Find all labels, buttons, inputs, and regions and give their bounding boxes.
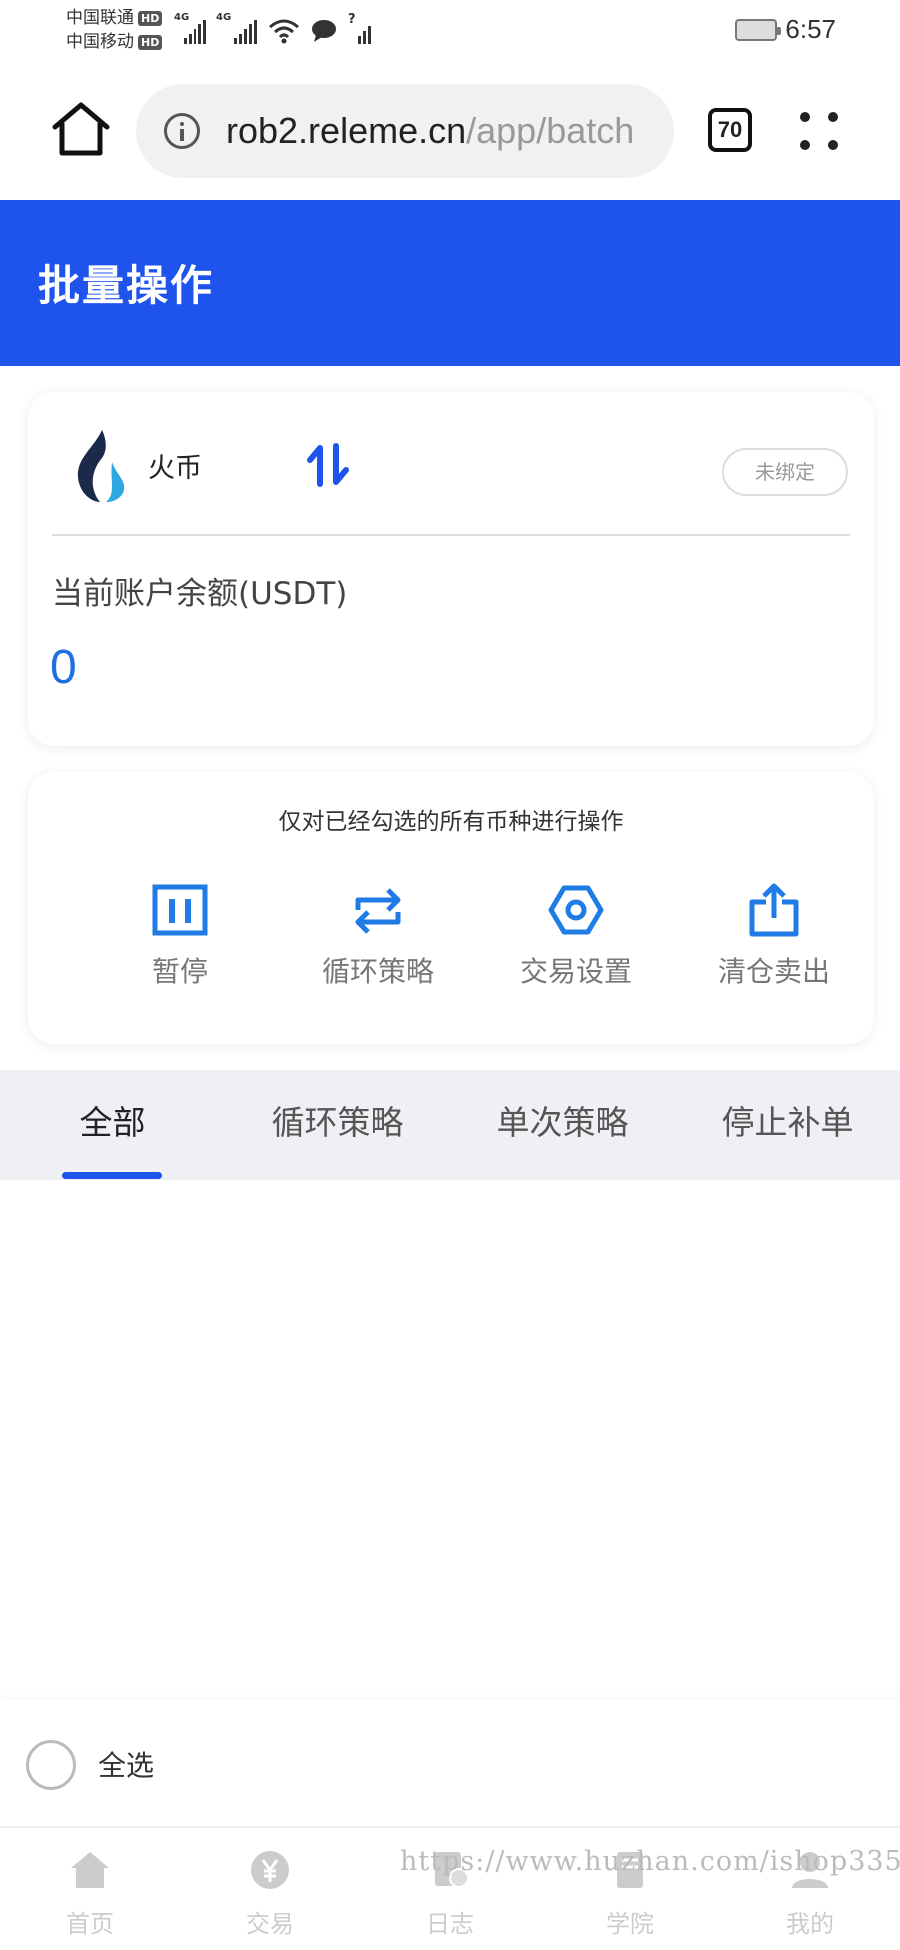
- info-icon[interactable]: [164, 113, 200, 149]
- trade-settings-label: 交易设置: [519, 955, 632, 988]
- browser-toolbar: rob2.releme.cn/app/batch 70: [0, 62, 900, 200]
- clock: 6:57: [785, 14, 836, 44]
- nav-mine-label: 我的: [786, 1910, 834, 1938]
- bottom-nav: 首页 交易 日志 学院 我的: [0, 1826, 900, 1950]
- nav-trade-label: 交易: [246, 1910, 294, 1938]
- network-type-2: 4G: [216, 12, 232, 23]
- operations-note: 仅对已经勾选的所有币种进行操作: [278, 809, 624, 835]
- status-right: 6:57: [735, 14, 836, 45]
- tab-all[interactable]: 全部: [0, 1070, 225, 1180]
- select-all-bar: 全选: [0, 1700, 900, 1826]
- account-card: 火币 未绑定 当前账户余额(USDT) 0: [28, 392, 874, 746]
- operations-row: 暂停 循环策略 交易设置 清仓卖出: [28, 882, 874, 992]
- carrier-info: 中国联通 HD 中国移动 HD: [66, 6, 163, 54]
- select-all-checkbox[interactable]: [26, 1740, 76, 1790]
- settings-hexagon-icon: [548, 885, 604, 935]
- tab-single-strategy[interactable]: 单次策略: [450, 1070, 675, 1180]
- nav-academy-label: 学院: [606, 1910, 654, 1938]
- signal-indicators: 4G 4G ?: [174, 12, 374, 44]
- page-title: 批量操作: [38, 261, 215, 310]
- card-divider: [52, 534, 850, 536]
- tab-loop-strategy[interactable]: 循环策略: [225, 1070, 450, 1180]
- batch-operations-card: 仅对已经勾选的所有币种进行操作 暂停 循环策略 交易设置 清仓卖出: [28, 772, 874, 1044]
- carrier-2: 中国移动: [66, 32, 134, 52]
- hd-badge-2: HD: [138, 34, 163, 50]
- app-header: 批量操作: [0, 200, 900, 366]
- nav-trade[interactable]: 交易: [180, 1828, 360, 1950]
- exchange-name: 火币: [148, 453, 202, 484]
- wifi-icon: [269, 19, 299, 44]
- url-host: rob2.releme.cn: [226, 110, 467, 151]
- hd-badge-1: HD: [138, 10, 163, 26]
- signal-2-icon: 4G: [216, 12, 258, 44]
- loop-strategy-label: 循环策略: [321, 955, 434, 988]
- loop-icon: [355, 888, 401, 934]
- bind-status-badge[interactable]: 未绑定: [722, 448, 848, 496]
- signal-3-icon: ?: [348, 12, 374, 44]
- clear-sell-label: 清仓卖出: [717, 955, 830, 988]
- watermark: https://www.huzhan.com/ishop33561: [400, 1846, 900, 1877]
- huobi-logo-icon: [77, 430, 125, 502]
- nav-home[interactable]: 首页: [0, 1828, 180, 1950]
- share-upload-icon: [749, 883, 799, 937]
- switch-exchange-icon[interactable]: [306, 442, 352, 488]
- signal-3-label: ?: [348, 12, 356, 27]
- url-path: /app/batch: [466, 110, 635, 151]
- active-tab-indicator: [62, 1172, 162, 1179]
- message-icon: [312, 20, 336, 42]
- select-all-label[interactable]: 全选: [98, 1744, 154, 1784]
- home-icon: [71, 1852, 109, 1888]
- trade-settings-button[interactable]: 交易设置: [491, 882, 661, 992]
- tab-stop-replenish[interactable]: 停止补单: [675, 1070, 900, 1180]
- network-type-1: 4G: [174, 12, 190, 23]
- clear-sell-button[interactable]: 清仓卖出: [689, 882, 859, 992]
- signal-1-icon: 4G: [174, 12, 206, 44]
- yen-icon: [251, 1851, 289, 1889]
- browser-menu-icon[interactable]: [796, 108, 842, 154]
- balance-label: 当前账户余额(USDT): [52, 576, 348, 612]
- pause-label: 暂停: [151, 955, 208, 988]
- url-text[interactable]: rob2.releme.cn/app/batch: [226, 106, 656, 156]
- pause-icon: [152, 884, 208, 936]
- pause-button[interactable]: 暂停: [95, 882, 265, 992]
- home-icon[interactable]: [50, 100, 112, 158]
- battery-icon: [735, 18, 782, 41]
- address-bar[interactable]: rob2.releme.cn/app/batch: [136, 84, 674, 178]
- balance-value: 0: [50, 641, 77, 694]
- loop-strategy-button[interactable]: 循环策略: [293, 882, 463, 992]
- nav-log-label: 日志: [426, 1910, 474, 1938]
- carrier-1: 中国联通: [66, 8, 134, 28]
- tab-switcher-button[interactable]: 70: [708, 108, 752, 152]
- nav-home-label: 首页: [66, 1910, 114, 1938]
- status-bar: 中国联通 HD 中国移动 HD 4G 4G ? 6:57: [0, 0, 900, 62]
- filter-tabs: 全部 循环策略 单次策略 停止补单: [0, 1070, 900, 1180]
